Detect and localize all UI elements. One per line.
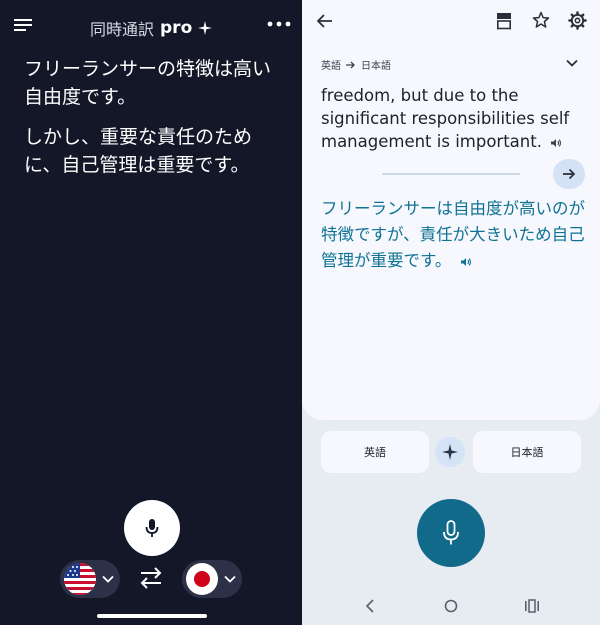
arrow-right-icon <box>346 61 355 68</box>
us-flag-icon <box>64 563 96 595</box>
source-language-button[interactable]: 英語 <box>321 431 429 473</box>
divider <box>382 173 520 175</box>
route-source-language: 英語 <box>321 61 341 72</box>
sparkle-icon <box>442 444 458 460</box>
jp-flag-icon <box>186 563 218 595</box>
swap-languages-icon[interactable] <box>138 566 164 590</box>
nav-recent-apps-icon[interactable] <box>524 599 540 613</box>
nav-home-icon[interactable] <box>444 599 458 613</box>
interpreter-panel: 同時通訳 pro フリーランサーの特徴は高い自由度です。 しかし、重要な責任のた… <box>0 0 302 625</box>
sparkle-icon <box>198 21 213 35</box>
menu-icon[interactable] <box>14 18 34 34</box>
star-icon[interactable] <box>532 11 550 29</box>
more-options-icon[interactable] <box>266 16 292 32</box>
arrow-right-icon <box>563 168 576 180</box>
mic-button[interactable] <box>124 500 180 556</box>
chevron-down-icon <box>102 575 114 583</box>
translate-panel: 英語 日本語 freedom, but due to the significa… <box>302 0 600 625</box>
home-indicator[interactable] <box>97 614 207 618</box>
app-title: 同時通訳 pro <box>90 16 213 40</box>
live-transcript: フリーランサーの特徴は高い自由度です。 しかし、重要な責任のために、自己管理は重… <box>24 55 274 191</box>
source-text: freedom, but due to the significant resp… <box>321 84 581 153</box>
speaker-icon[interactable] <box>551 138 562 148</box>
mic-icon <box>145 519 159 537</box>
target-language-selector[interactable] <box>182 560 242 598</box>
nav-back-icon[interactable] <box>365 599 375 613</box>
saved-translations-icon[interactable] <box>496 12 512 30</box>
voice-input-button[interactable] <box>417 499 485 567</box>
route-target-language: 日本語 <box>361 61 391 72</box>
translate-arrow-button[interactable] <box>553 159 585 189</box>
source-text-content: freedom, but due to the significant resp… <box>321 86 570 151</box>
language-route: 英語 日本語 <box>321 57 391 72</box>
translation-card: 英語 日本語 freedom, but due to the significa… <box>302 0 600 420</box>
app-title-text: 同時通訳 <box>90 20 155 39</box>
mic-icon <box>443 520 459 545</box>
speaker-icon[interactable] <box>460 257 472 267</box>
source-language-selector[interactable] <box>60 560 120 598</box>
pro-badge: pro <box>160 18 193 38</box>
translated-text-content: フリーランサーは自由度が高いのが特徴ですが、責任が大きいため自己管理が重要です。 <box>321 199 585 270</box>
transcript-line: しかし、重要な責任のために、自己管理は重要です。 <box>24 126 253 176</box>
chevron-down-icon[interactable] <box>566 59 578 67</box>
ai-sparkle-button[interactable] <box>435 437 465 467</box>
chevron-down-icon <box>224 575 236 583</box>
target-language-button[interactable]: 日本語 <box>473 431 581 473</box>
back-arrow-icon[interactable] <box>316 12 334 30</box>
transcript-line: フリーランサーの特徴は高い自由度です。 <box>24 58 272 108</box>
translated-text: フリーランサーは自由度が高いのが特徴ですが、責任が大きいため自己管理が重要です。 <box>321 196 586 274</box>
gear-icon[interactable] <box>568 11 587 30</box>
